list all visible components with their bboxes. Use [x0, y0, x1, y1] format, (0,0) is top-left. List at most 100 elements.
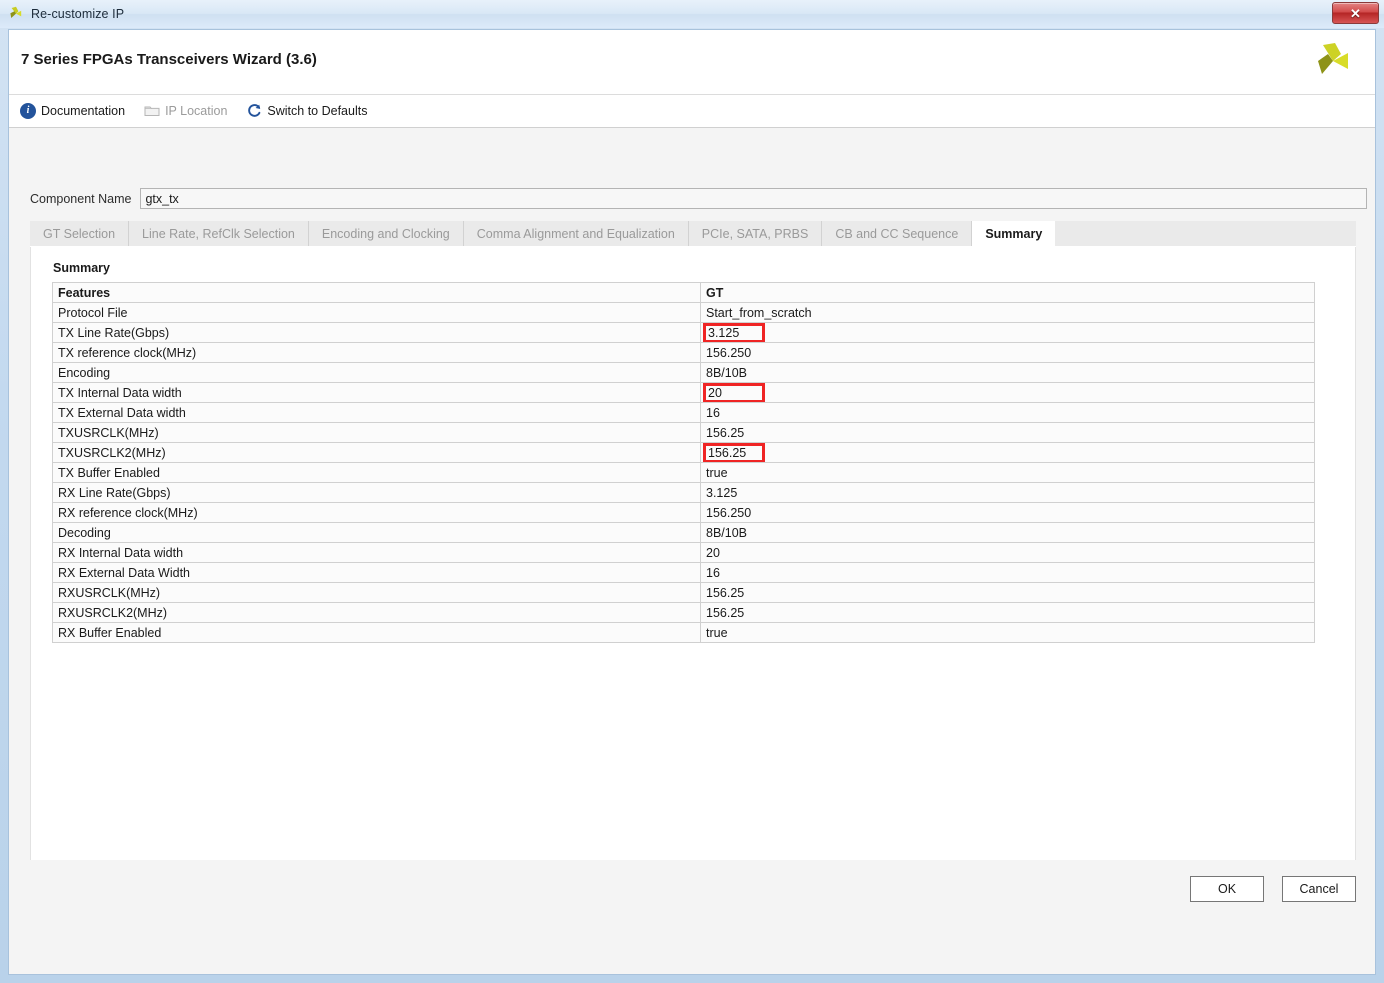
table-row[interactable]: RX Internal Data width 20 [52, 542, 1315, 563]
table-row[interactable]: TX External Data width 16 [52, 402, 1315, 423]
value-cell: 8B/10B [700, 362, 1315, 383]
feature-cell: RXUSRCLK2(MHz) [52, 602, 701, 623]
feature-cell: RX Internal Data width [52, 542, 701, 563]
feature-cell: RXUSRCLK(MHz) [52, 582, 701, 603]
value-cell: 156.25 [700, 582, 1315, 603]
close-icon: ✕ [1350, 5, 1361, 21]
ip-location-button[interactable]: IP Location [144, 103, 227, 119]
table-row[interactable]: TX Line Rate(Gbps) 3.125 [52, 322, 1315, 343]
title-bar: Re-customize IP ✕ [0, 0, 1384, 28]
value-cell: 3.125 [700, 322, 1315, 343]
value-cell: 156.250 [700, 502, 1315, 523]
feature-cell: Protocol File [52, 302, 701, 323]
value-cell: 20 [700, 382, 1315, 403]
table-row[interactable]: Encoding 8B/10B [52, 362, 1315, 383]
value-cell: 20 [700, 542, 1315, 563]
value-cell: true [700, 462, 1315, 483]
toolbar: i Documentation IP Location Switch to De… [9, 95, 1375, 128]
tab-gt-selection[interactable]: GT Selection [30, 221, 130, 246]
table-row[interactable]: RX reference clock(MHz) 156.250 [52, 502, 1315, 523]
table-row[interactable]: TX Buffer Enabled true [52, 462, 1315, 483]
value-cell: 8B/10B [700, 522, 1315, 543]
refresh-icon [246, 103, 262, 119]
highlight-annotation: 3.125 [703, 323, 765, 342]
table-row[interactable]: RX External Data Width 16 [52, 562, 1315, 583]
feature-cell: RX reference clock(MHz) [52, 502, 701, 523]
close-button[interactable]: ✕ [1332, 2, 1379, 24]
feature-cell: TX reference clock(MHz) [52, 342, 701, 363]
tab-label: Comma Alignment and Equalization [476, 226, 675, 241]
highlight-annotation: 20 [703, 383, 765, 402]
table-row[interactable]: Decoding 8B/10B [52, 522, 1315, 543]
value-cell: 16 [700, 402, 1315, 423]
table-row[interactable]: RX Buffer Enabled true [52, 622, 1315, 643]
tab-label: PCIe, SATA, PRBS [701, 226, 809, 241]
summary-table: Features GT Protocol File Start_from_scra… [52, 282, 1315, 643]
component-name-input[interactable] [140, 188, 1368, 209]
tab-strip: GT Selection Line Rate, RefClk Selection… [30, 221, 1356, 247]
value-cell: 156.25 [700, 602, 1315, 623]
tab-summary[interactable]: Summary [972, 221, 1057, 246]
body-panel: Component Name GT Selection Line Rate, R… [9, 128, 1375, 936]
feature-cell: TX Buffer Enabled [52, 462, 701, 483]
tab-label: GT Selection [43, 226, 116, 241]
component-name-row: Component Name [30, 188, 1368, 209]
page-title: 7 Series FPGAs Transceivers Wizard (3.6) [21, 51, 317, 68]
column-header-gt: GT [700, 282, 1315, 303]
tab-label: Encoding and Clocking [321, 226, 450, 241]
feature-cell: TXUSRCLK2(MHz) [52, 442, 701, 463]
feature-cell: TX Line Rate(Gbps) [52, 322, 701, 343]
tab-label: Line Rate, RefClk Selection [142, 226, 295, 241]
feature-cell: RX External Data Width [52, 562, 701, 583]
info-icon: i [20, 103, 36, 119]
value-cell: true [700, 622, 1315, 643]
tab-label: CB and CC Sequence [835, 226, 959, 241]
value-cell: 156.25 [700, 422, 1315, 443]
client-area: 7 Series FPGAs Transceivers Wizard (3.6)… [8, 29, 1376, 975]
switch-to-defaults-label: Switch to Defaults [267, 104, 368, 118]
documentation-label: Documentation [41, 104, 126, 118]
table-row[interactable]: TXUSRCLK(MHz) 156.25 [52, 422, 1315, 443]
tab-pcie-sata-prbs[interactable]: PCIe, SATA, PRBS [689, 221, 823, 246]
tab-comma-alignment-and-equalization[interactable]: Comma Alignment and Equalization [464, 221, 689, 246]
summary-heading: Summary [53, 261, 110, 275]
column-header-features: Features [52, 282, 701, 303]
table-row[interactable]: RXUSRCLK2(MHz) 156.25 [52, 602, 1315, 623]
value-cell: Start_from_scratch [700, 302, 1315, 323]
value-cell: 156.250 [700, 342, 1315, 363]
table-row[interactable]: Protocol File Start_from_scratch [52, 302, 1315, 323]
xilinx-logo-icon [1313, 41, 1353, 81]
feature-cell: RX Line Rate(Gbps) [52, 482, 701, 503]
ok-button[interactable]: OK [1190, 876, 1264, 902]
feature-cell: TXUSRCLK(MHz) [52, 422, 701, 443]
header-band: 7 Series FPGAs Transceivers Wizard (3.6) [9, 30, 1375, 95]
table-row[interactable]: RXUSRCLK(MHz) 156.25 [52, 582, 1315, 603]
tab-cb-and-cc-sequence[interactable]: CB and CC Sequence [822, 221, 973, 246]
switch-to-defaults-button[interactable]: Switch to Defaults [246, 103, 367, 119]
cancel-button[interactable]: Cancel [1282, 876, 1356, 902]
ip-location-label: IP Location [165, 104, 228, 118]
feature-cell: RX Buffer Enabled [52, 622, 701, 643]
tab-line-rate-refclk-selection[interactable]: Line Rate, RefClk Selection [129, 221, 309, 246]
tab-encoding-and-clocking[interactable]: Encoding and Clocking [309, 221, 464, 246]
table-row[interactable]: RX Line Rate(Gbps) 3.125 [52, 482, 1315, 503]
component-name-label: Component Name [30, 191, 132, 206]
folder-icon [144, 103, 160, 119]
table-row[interactable]: TX reference clock(MHz) 156.250 [52, 342, 1315, 363]
window-title: Re-customize IP [31, 7, 125, 21]
feature-cell: Decoding [52, 522, 701, 543]
footer: OK Cancel [9, 860, 1375, 936]
value-cell: 156.25 [700, 442, 1315, 463]
feature-cell: Encoding [52, 362, 701, 383]
table-row[interactable]: TXUSRCLK2(MHz) 156.25 [52, 442, 1315, 463]
table-row[interactable]: TX Internal Data width 20 [52, 382, 1315, 403]
table-header-row: Features GT [52, 282, 1315, 303]
value-cell: 3.125 [700, 482, 1315, 503]
feature-cell: TX Internal Data width [52, 382, 701, 403]
application-window: Re-customize IP ✕ 7 Series FPGAs Transce… [0, 0, 1384, 983]
xilinx-logo-icon [8, 6, 24, 22]
documentation-button[interactable]: i Documentation [20, 103, 125, 119]
highlight-annotation: 156.25 [703, 443, 765, 462]
feature-cell: TX External Data width [52, 402, 701, 423]
value-cell: 16 [700, 562, 1315, 583]
